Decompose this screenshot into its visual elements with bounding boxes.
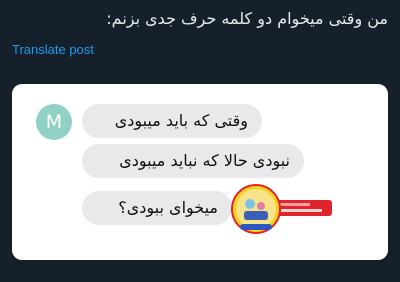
post-image[interactable]: M وقتی که باید میبودی نبودی حالا که نبای…: [12, 84, 388, 260]
chat-bubble-2: نبودی حالا که نباید میبودی: [82, 144, 304, 178]
chat-bubble-3: میخوای ببودی؟: [82, 191, 232, 225]
translate-post-link[interactable]: Translate post: [12, 42, 94, 57]
sticker-icon: [231, 184, 332, 234]
post-text: من وقتی میخوام دو کلمه حرف جدی بزنم:: [106, 9, 388, 28]
chat-bubble-1: وقتی که باید میبودی: [82, 104, 262, 138]
avatar: M: [36, 104, 72, 140]
